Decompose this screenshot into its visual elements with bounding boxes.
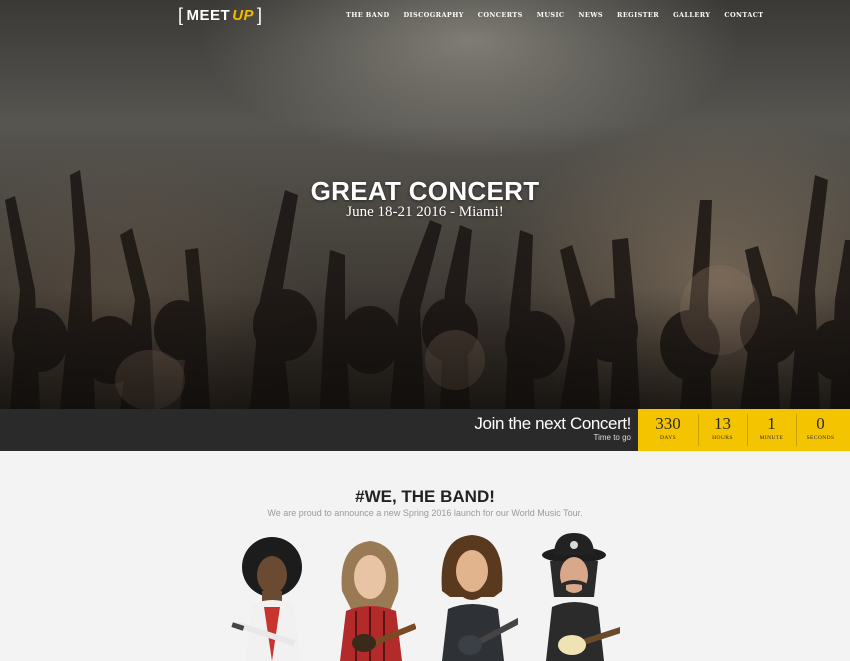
nav-item-the-band[interactable]: THE BAND xyxy=(346,11,390,19)
nav-item-contact[interactable]: CONTACT xyxy=(724,11,763,19)
hero-title: GREAT CONCERT xyxy=(310,176,540,206)
band-description: We are proud to announce a new Spring 20… xyxy=(267,508,583,518)
countdown-heading: Join the next Concert! Time to go xyxy=(474,414,631,443)
countdown-days: 330 DAYS xyxy=(638,409,698,451)
band-member-2-image[interactable] xyxy=(326,531,416,661)
hero-banner: [ MEET UP ] THE BAND DISCOGRAPHY CONCERT… xyxy=(0,0,850,409)
countdown-bar: Join the next Concert! Time to go 330 DA… xyxy=(0,409,850,451)
main-nav: THE BAND DISCOGRAPHY CONCERTS MUSIC NEWS… xyxy=(346,11,778,19)
countdown-hours-label: HOURS xyxy=(712,435,733,441)
logo[interactable]: [ MEET UP ] xyxy=(178,4,263,25)
countdown-seconds-value: 0 xyxy=(816,414,825,433)
countdown-title: Join the next Concert! xyxy=(474,414,631,433)
band-member-3-image[interactable] xyxy=(428,531,518,661)
band-section: #WE, THE BAND! We are proud to announce … xyxy=(0,451,850,661)
countdown-seconds-label: SECONDS xyxy=(806,435,835,441)
nav-item-discography[interactable]: DISCOGRAPHY xyxy=(404,11,464,19)
countdown-minutes: 1 MINUTE xyxy=(747,409,796,451)
band-title: #WE, THE BAND! xyxy=(355,487,495,506)
nav-item-music[interactable]: MUSIC xyxy=(537,11,565,19)
hero-subtitle: June 18-21 2016 - Miami! xyxy=(346,204,504,220)
hero-shade xyxy=(0,289,850,409)
nav-item-concerts[interactable]: CONCERTS xyxy=(478,11,523,19)
countdown-panel: 330 DAYS 13 HOURS 1 MINUTE 0 SECONDS xyxy=(638,409,850,451)
countdown-minutes-label: MINUTE xyxy=(759,435,784,441)
countdown-seconds: 0 SECONDS xyxy=(796,409,845,451)
band-member-4-image[interactable] xyxy=(530,531,620,661)
nav-item-register[interactable]: REGISTER xyxy=(617,11,659,19)
nav-item-gallery[interactable]: GALLERY xyxy=(673,11,710,19)
countdown-minutes-value: 1 xyxy=(767,414,776,433)
logo-up: UP xyxy=(232,6,255,24)
countdown-hours: 13 HOURS xyxy=(698,409,747,451)
top-navbar: [ MEET UP ] THE BAND DISCOGRAPHY CONCERT… xyxy=(0,0,850,30)
logo-bracket-right: ] xyxy=(257,4,263,25)
countdown-days-value: 330 xyxy=(655,414,681,433)
countdown-days-label: DAYS xyxy=(659,435,677,441)
countdown-subtitle: Time to go xyxy=(593,433,632,442)
countdown-hours-value: 13 xyxy=(714,414,731,433)
nav-item-news[interactable]: NEWS xyxy=(579,11,604,19)
logo-bracket-left: [ xyxy=(178,4,184,25)
logo-meet: MEET xyxy=(186,6,231,24)
band-member-1-image[interactable] xyxy=(228,531,318,661)
